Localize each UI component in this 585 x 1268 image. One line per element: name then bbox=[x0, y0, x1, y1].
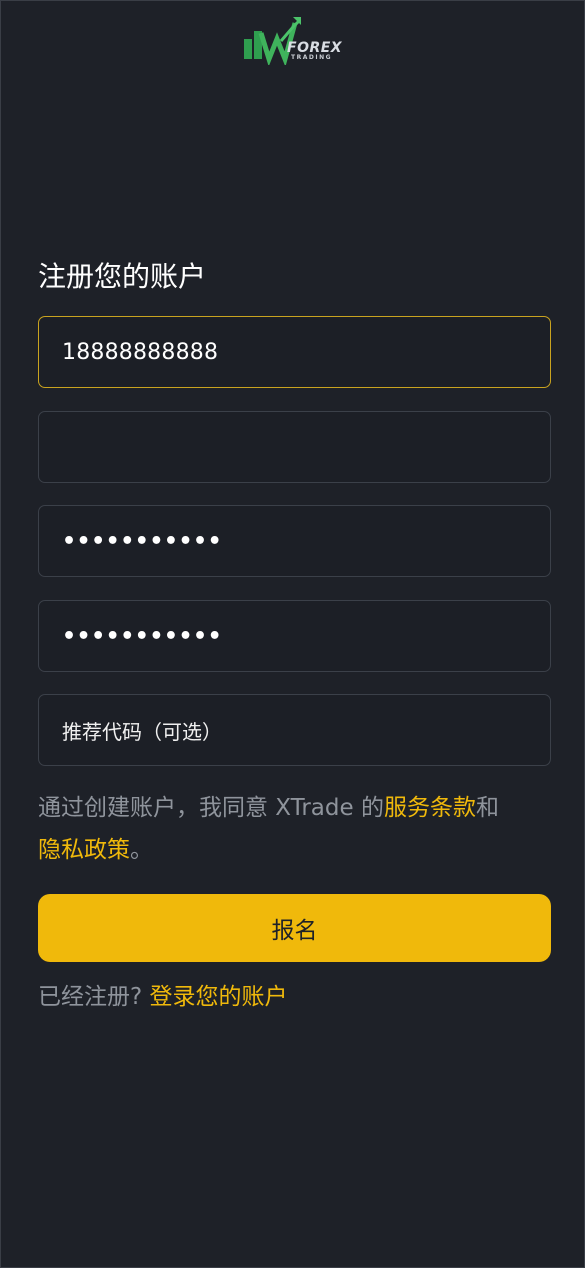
logo-sub-text: TRADING bbox=[291, 54, 333, 61]
logo-brand-text: FOREX bbox=[287, 40, 343, 56]
verification-code-input[interactable] bbox=[38, 411, 551, 483]
terms-and: 和 bbox=[475, 795, 499, 821]
forex-trading-logo: FOREX TRADING bbox=[241, 13, 343, 67]
login-link[interactable]: 登录您的账户 bbox=[150, 984, 288, 1010]
page-title: 注册您的账户 bbox=[38, 260, 207, 293]
privacy-policy-link[interactable]: 隐私政策 bbox=[38, 837, 130, 863]
screen: FOREX TRADING 注册您的账户 18888888888 •••••••… bbox=[0, 0, 585, 1268]
phone-input-value: 18888888888 bbox=[62, 339, 219, 365]
register-button-label: 报名 bbox=[271, 918, 318, 944]
confirm-password-input[interactable]: ••••••••••• bbox=[38, 600, 551, 672]
terms-suffix: 。 bbox=[130, 837, 153, 863]
login-prompt: 已经注册? bbox=[38, 984, 143, 1010]
terms-prefix: 通过创建账户，我同意 XTrade 的 bbox=[38, 795, 384, 821]
password-input[interactable]: ••••••••••• bbox=[38, 505, 551, 577]
confirm-password-mask: ••••••••••• bbox=[62, 623, 223, 649]
password-mask: ••••••••••• bbox=[62, 528, 223, 554]
login-prompt-row: 已经注册? 登录您的账户 bbox=[38, 977, 288, 1017]
register-button[interactable]: 报名 bbox=[38, 894, 551, 962]
referral-code-input[interactable]: 推荐代码（可选） bbox=[38, 694, 551, 766]
phone-input[interactable]: 18888888888 bbox=[38, 316, 551, 388]
referral-code-placeholder: 推荐代码（可选） bbox=[62, 719, 222, 744]
terms-agreement: 通过创建账户，我同意 XTrade 的服务条款和隐私政策。 bbox=[38, 787, 551, 871]
terms-of-service-link[interactable]: 服务条款 bbox=[384, 795, 476, 821]
